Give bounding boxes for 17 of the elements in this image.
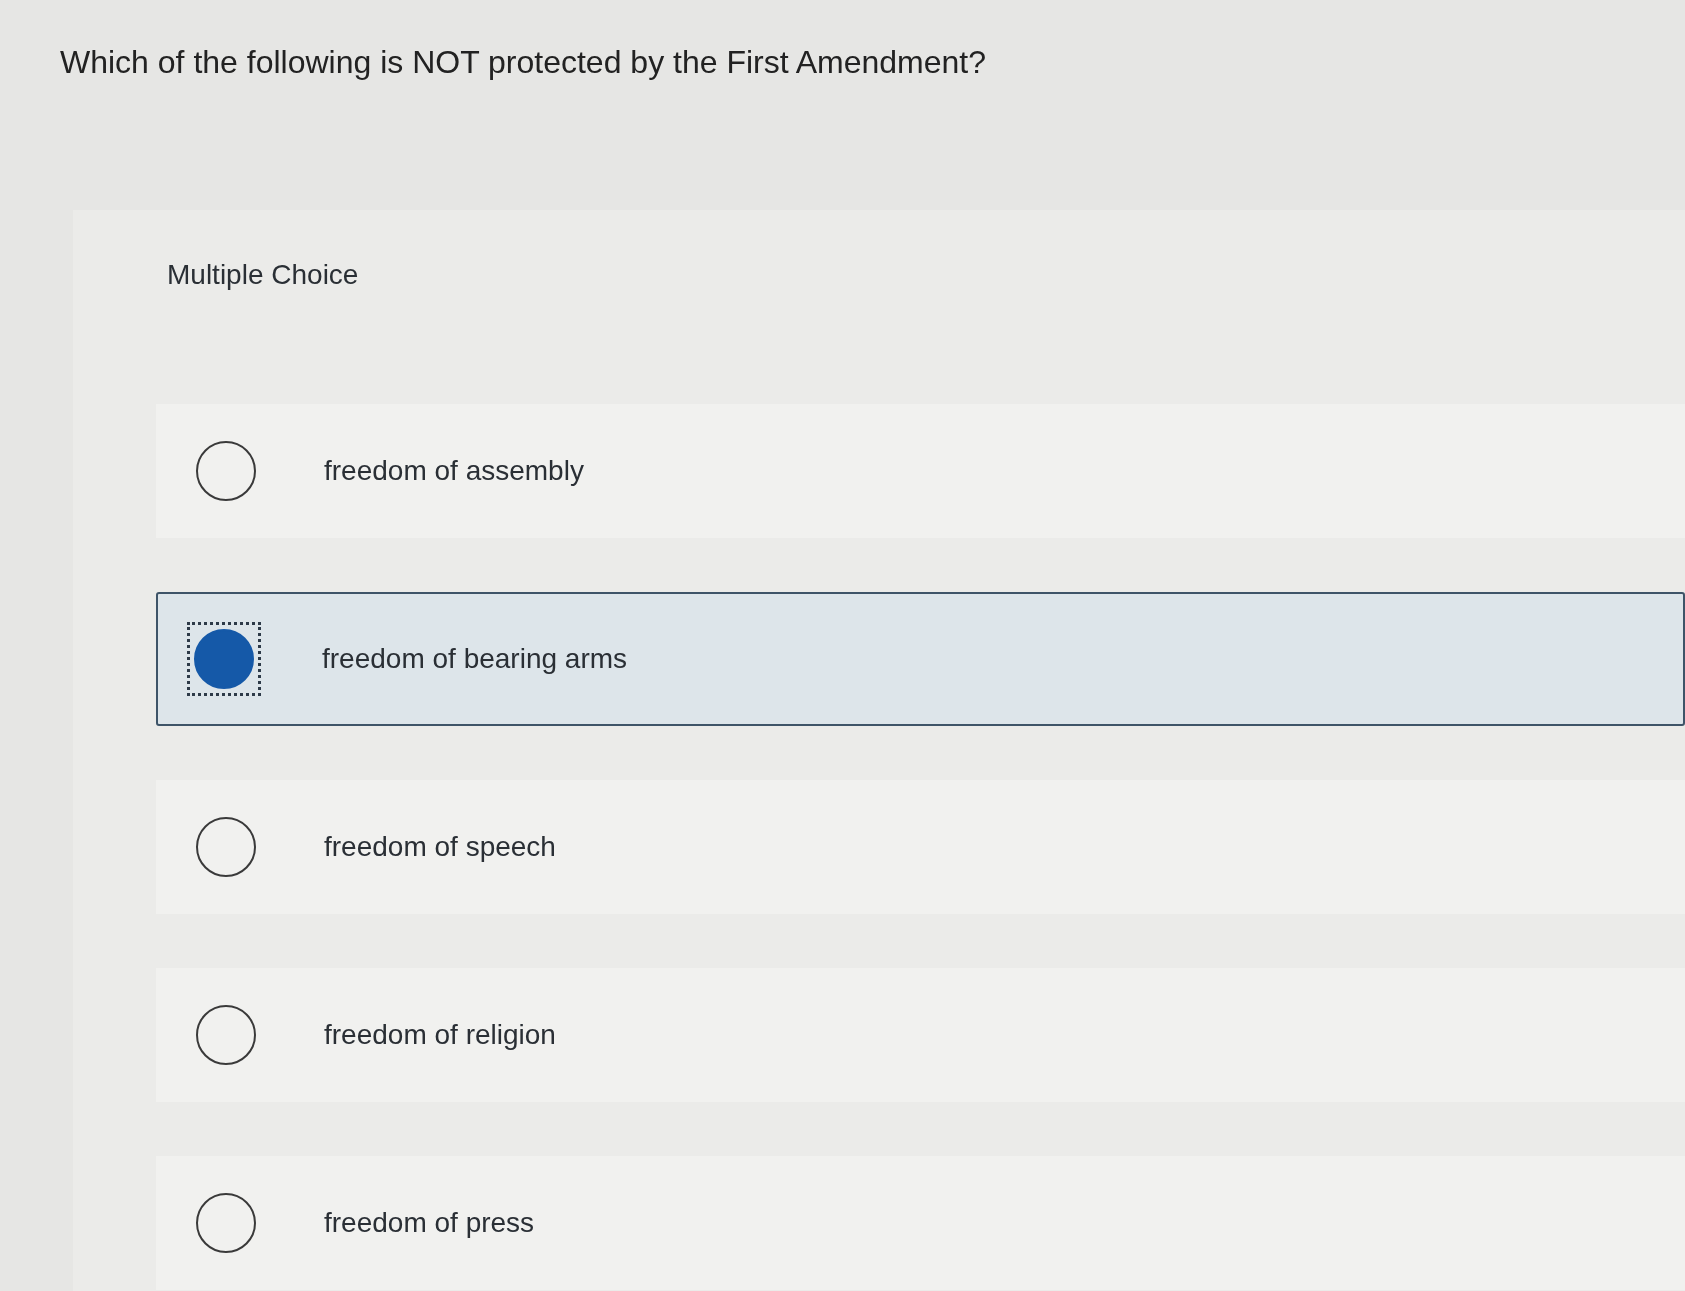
option-label: freedom of religion [324,1018,556,1052]
answer-option[interactable]: freedom of assembly [156,404,1685,538]
answer-option[interactable]: freedom of press [156,1156,1685,1290]
radio-button[interactable] [196,441,256,501]
option-label: freedom of speech [324,830,556,864]
radio-button[interactable] [196,1193,256,1253]
option-label: freedom of press [324,1206,535,1240]
radio-button[interactable] [196,817,256,877]
answer-option[interactable]: freedom of bearing arms [156,592,1685,726]
option-label: freedom of assembly [324,454,584,488]
radio-button[interactable] [187,622,261,696]
radio-button[interactable] [196,1005,256,1065]
answer-option[interactable]: freedom of speech [156,780,1685,914]
question-text: Which of the following is NOT protected by the First Amendment? [60,43,987,82]
answer-option[interactable]: freedom of religion [156,968,1685,1102]
section-label: Multiple Choice [167,259,359,290]
option-label: freedom of bearing arms [322,642,628,676]
